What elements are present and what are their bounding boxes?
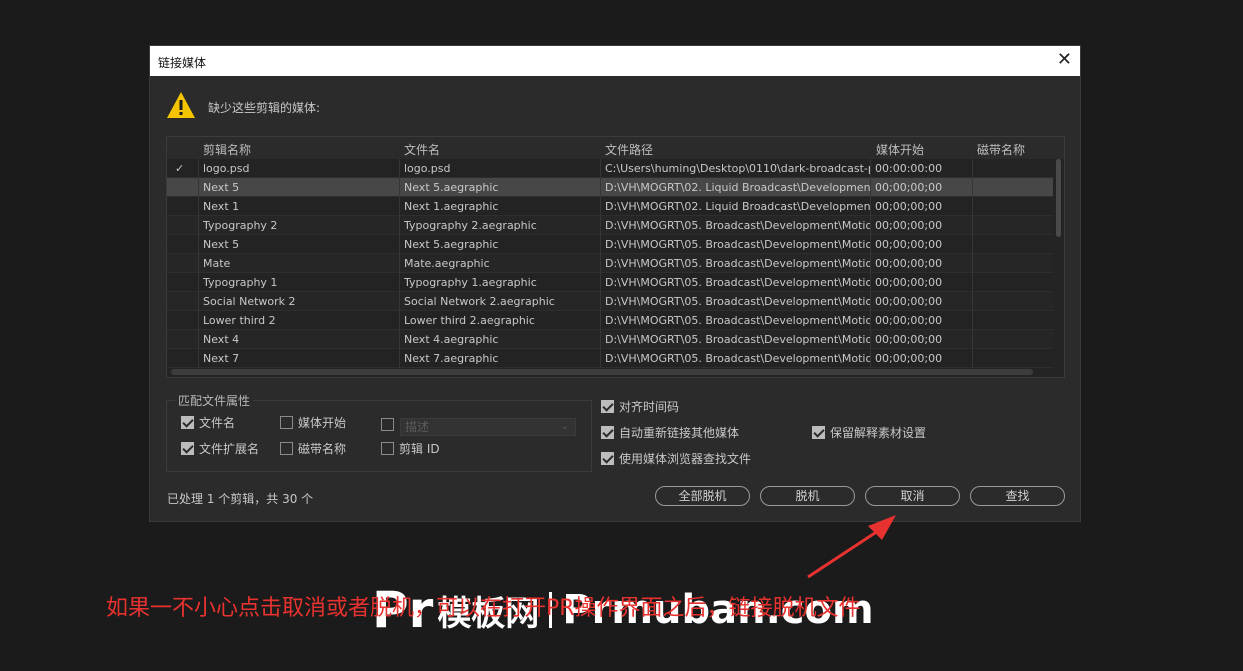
annotation-text: 如果一不小心点击取消或者脱机，可以在打开PR操作界面之后，链接脱机文件 <box>106 596 861 621</box>
annotation-arrow-icon <box>807 515 896 579</box>
